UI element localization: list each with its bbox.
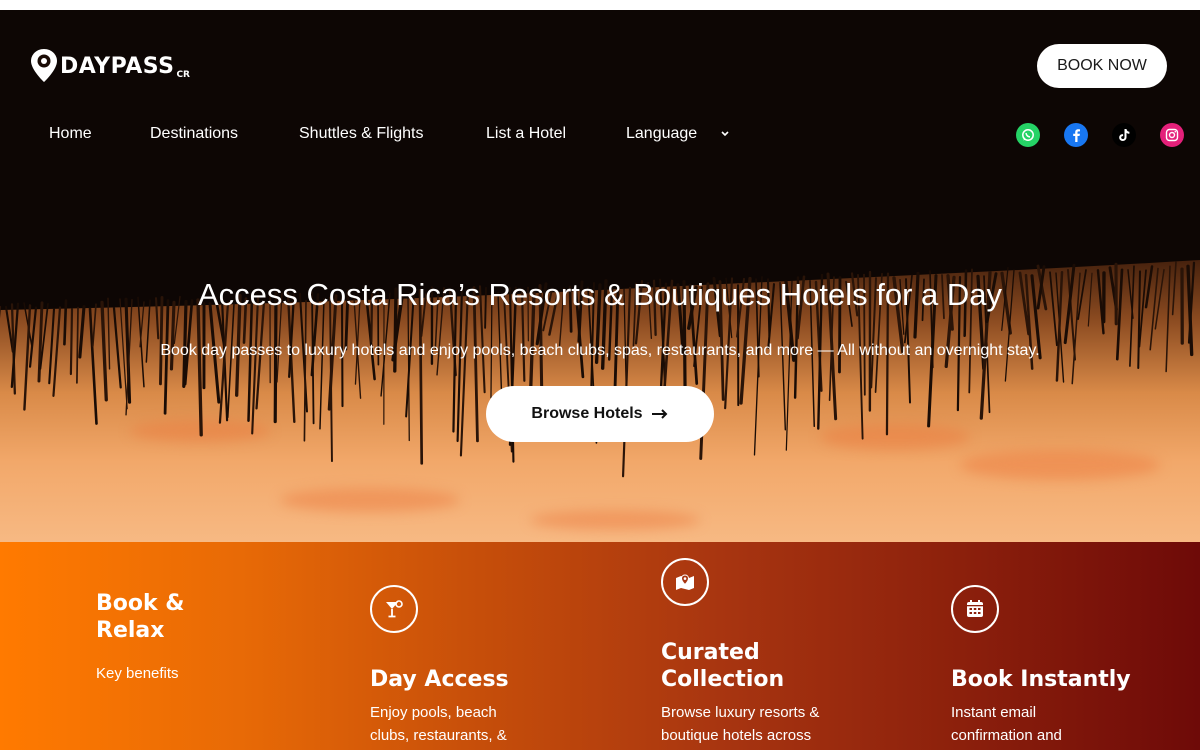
cocktail-icon [370, 585, 418, 633]
hero-subtitle: Book day passes to luxury hotels and enj… [160, 342, 1040, 359]
card-text-curated-collection: Browse luxury resorts & boutique hotels … [661, 701, 819, 747]
card-text-line: clubs, restaurants, & [370, 727, 507, 744]
card-text-line: confirmation and [951, 727, 1062, 744]
card-text-line: Enjoy pools, beach [370, 704, 497, 721]
palm-fringe-image [0, 10, 1200, 478]
card-title-curated-collection: Curated Collection [661, 639, 784, 693]
nav-item-shuttles-flights[interactable]: Shuttles & Flights [299, 125, 424, 143]
facebook-icon [1073, 129, 1080, 142]
card-title-line: Curated [661, 640, 760, 665]
logo-text: DAYPASS [60, 53, 175, 79]
arrow-right-icon [651, 409, 667, 419]
logo-suffix: CR [176, 70, 190, 80]
map-pin-icon [661, 558, 709, 606]
hero-title: Access Costa Rica’s Resorts & Boutiques … [197, 277, 1003, 312]
browse-hotels-label: Browse Hotels [531, 405, 643, 422]
nav-item-language[interactable]: Language [626, 125, 697, 143]
card-text-line: Browse luxury resorts & [661, 704, 820, 721]
facebook-link[interactable] [1064, 123, 1088, 147]
tiktok-icon [1119, 129, 1130, 141]
calendar-icon [951, 585, 999, 633]
card-text-book-instantly: Instant email confirmation and [951, 701, 1062, 747]
chevron-down-icon[interactable] [718, 127, 732, 141]
benefits-heading: Book & Relax [96, 590, 184, 644]
card-title-book-instantly: Book Instantly [951, 667, 1131, 692]
browse-hotels-button[interactable]: Browse Hotels [486, 386, 714, 442]
nav-item-list-hotel[interactable]: List a Hotel [486, 125, 566, 143]
benefits-heading-line: Relax [96, 618, 165, 643]
benefits-heading-line: Book & [96, 591, 185, 616]
card-text-line: boutique hotels across [661, 727, 812, 744]
tiktok-link[interactable] [1112, 123, 1136, 147]
instagram-link[interactable] [1160, 123, 1184, 147]
benefits-section: Book & Relax Key benefits Day Access Enj… [0, 542, 1200, 750]
benefits-subheading: Key benefits [96, 665, 179, 682]
book-now-button[interactable]: BOOK NOW [1037, 44, 1167, 88]
card-title-line: Collection [661, 667, 785, 692]
card-text-day-access: Enjoy pools, beach clubs, restaurants, & [370, 701, 507, 747]
hero-section: DAYPASS CR BOOK NOW Home Destinations Sh… [0, 10, 1200, 542]
nav-item-home[interactable]: Home [49, 125, 92, 143]
top-strip [0, 0, 1200, 10]
instagram-icon [1165, 128, 1179, 142]
daypass-logo[interactable]: DAYPASS CR [30, 48, 190, 84]
card-title-day-access: Day Access [370, 667, 509, 692]
location-pin-icon [31, 49, 57, 82]
nav-item-destinations[interactable]: Destinations [150, 125, 238, 143]
whatsapp-icon [1022, 129, 1034, 141]
card-text-line: Instant email [951, 704, 1037, 721]
whatsapp-link[interactable] [1016, 123, 1040, 147]
